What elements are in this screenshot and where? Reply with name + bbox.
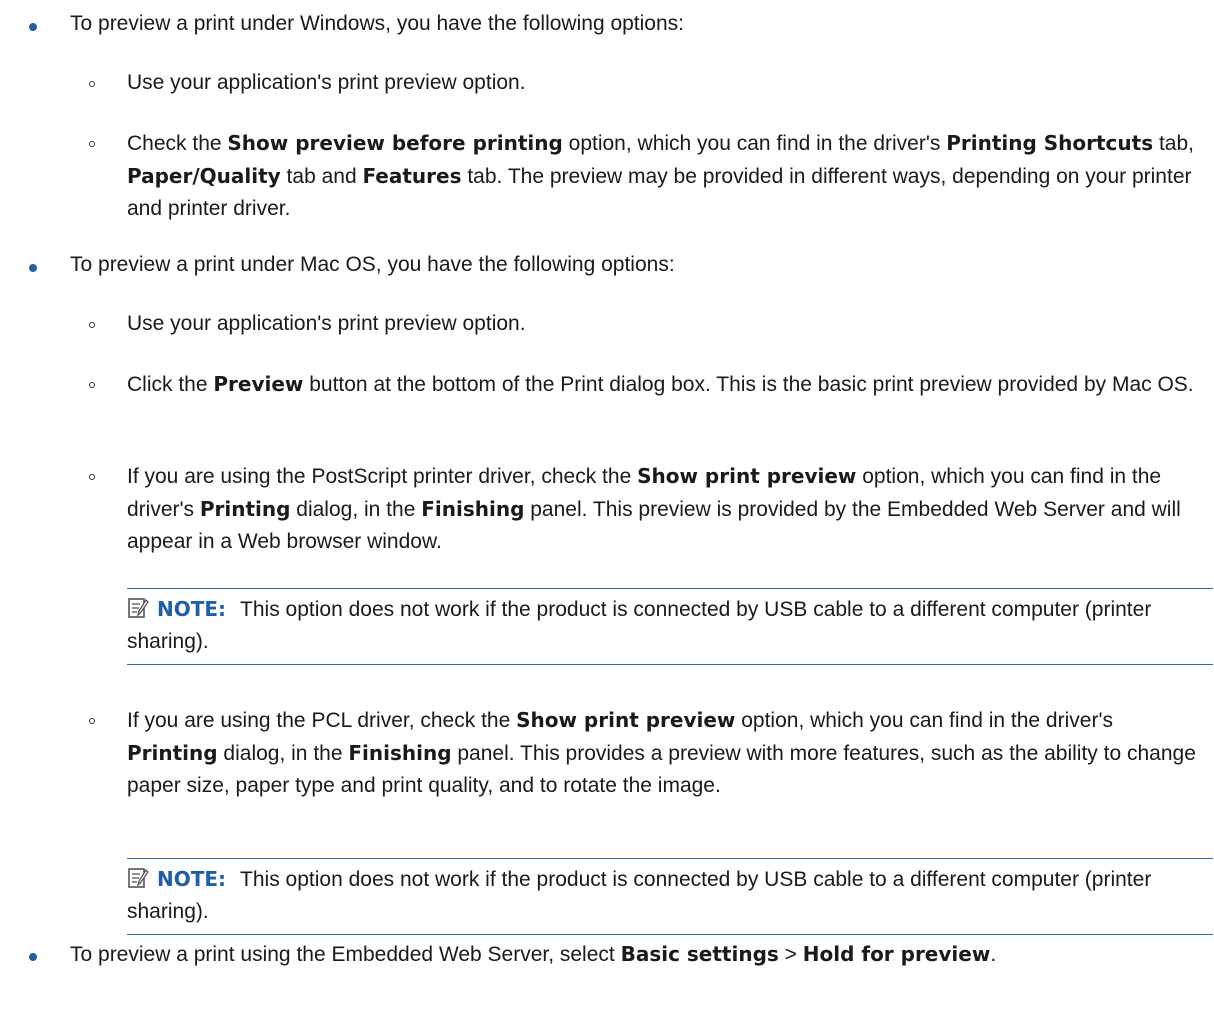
text-run: To preview a print using the Embedded We… bbox=[70, 943, 621, 966]
note-icon bbox=[128, 868, 149, 888]
list-item-windows-app-preview: Use your application's print preview opt… bbox=[127, 67, 1202, 99]
text-run: Click the bbox=[127, 373, 214, 396]
sub-bullet-icon bbox=[89, 81, 95, 87]
item-text: Use your application's print preview opt… bbox=[127, 312, 526, 335]
note-label: NOTE: bbox=[157, 867, 227, 891]
text-run: . bbox=[990, 943, 997, 966]
text-run: option, which you can find in the driver… bbox=[735, 709, 1113, 732]
panel-name: Finishing bbox=[421, 497, 525, 521]
item-text: To preview a print under Windows, you ha… bbox=[70, 12, 685, 35]
text-run: button at the bottom of the Print dialog… bbox=[303, 373, 1194, 396]
text-run: option, which you can find in the driver… bbox=[562, 132, 947, 155]
note-content: NOTE: This option does not work if the pr… bbox=[127, 593, 1213, 658]
list-item-mac-preview-button: Click the Preview button at the bottom o… bbox=[127, 368, 1202, 401]
sub-bullet-icon bbox=[89, 322, 95, 328]
option-name: Show print preview bbox=[637, 464, 857, 488]
tab-name: Features bbox=[362, 164, 462, 188]
bullet-icon bbox=[29, 953, 37, 961]
text-run: Check the bbox=[127, 132, 228, 155]
item-text: To preview a print under Mac OS, you hav… bbox=[70, 253, 675, 276]
text-run: tab and bbox=[280, 165, 363, 188]
note-content: NOTE: This option does not work if the pr… bbox=[127, 863, 1213, 928]
tab-name: Paper/Quality bbox=[127, 164, 281, 188]
text-run: > bbox=[778, 943, 803, 966]
button-name: Preview bbox=[213, 372, 304, 396]
dialog-name: Printing bbox=[127, 741, 218, 765]
text-run: If you are using the PCL driver, check t… bbox=[127, 709, 517, 732]
list-item-windows-show-preview: Check the Show preview before printing o… bbox=[127, 127, 1202, 225]
list-item-mac-app-preview: Use your application's print preview opt… bbox=[127, 308, 1202, 340]
note-box: NOTE: This option does not work if the pr… bbox=[127, 858, 1213, 935]
dialog-name: Printing bbox=[199, 497, 291, 521]
bullet-icon bbox=[29, 23, 37, 31]
menu-name: Basic settings bbox=[620, 942, 779, 966]
list-item-mac: To preview a print under Mac OS, you hav… bbox=[70, 249, 1190, 281]
sub-bullet-icon bbox=[89, 718, 95, 724]
list-item-mac-postscript: If you are using the PostScript printer … bbox=[127, 460, 1202, 558]
panel-name: Finishing bbox=[348, 741, 452, 765]
menu-name: Hold for preview bbox=[802, 942, 991, 966]
note-text: This option does not work if the product… bbox=[127, 868, 1152, 923]
bullet-icon bbox=[29, 264, 37, 272]
note-box: NOTE: This option does not work if the pr… bbox=[127, 588, 1213, 665]
text-run: If you are using the PostScript printer … bbox=[127, 465, 638, 488]
item-text: Use your application's print preview opt… bbox=[127, 71, 526, 94]
note-icon bbox=[128, 598, 149, 618]
note-label: NOTE: bbox=[157, 597, 227, 621]
note-text: This option does not work if the product… bbox=[127, 598, 1152, 653]
text-run: dialog, in the bbox=[290, 498, 422, 521]
option-name: Show preview before printing bbox=[227, 131, 563, 155]
list-item-windows: To preview a print under Windows, you ha… bbox=[70, 8, 1190, 40]
option-name: Show print preview bbox=[516, 708, 736, 732]
text-run: dialog, in the bbox=[217, 742, 349, 765]
sub-bullet-icon bbox=[89, 382, 95, 388]
list-item-ews: To preview a print using the Embedded We… bbox=[70, 938, 1190, 971]
sub-bullet-icon bbox=[89, 474, 95, 480]
sub-bullet-icon bbox=[89, 141, 95, 147]
list-item-mac-pcl: If you are using the PCL driver, check t… bbox=[127, 704, 1202, 802]
text-run: tab, bbox=[1153, 132, 1194, 155]
tab-name: Printing Shortcuts bbox=[946, 131, 1154, 155]
